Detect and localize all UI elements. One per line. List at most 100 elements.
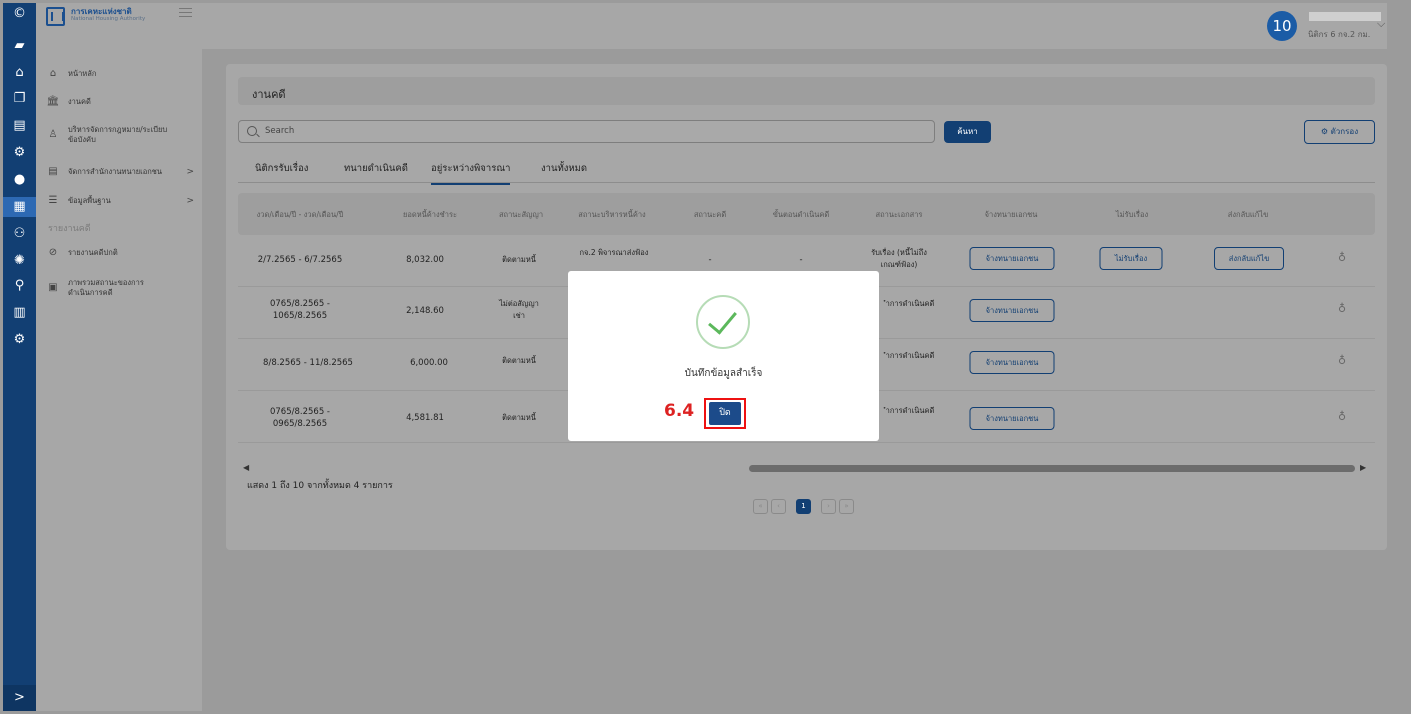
home-icon[interactable]: ⌂: [3, 63, 36, 83]
sidebar-item-home[interactable]: ⌂ หน้าหลัก: [46, 69, 196, 79]
column-header[interactable]: สถานะสัญญา: [499, 209, 543, 221]
sidebar-item-basic-data[interactable]: ☰ ข้อมูลพื้นฐาน >: [46, 195, 196, 207]
money-bag-icon[interactable]: ♁: [1338, 354, 1346, 367]
cell-period: 8/8.2565 - 11/8.2565: [263, 358, 353, 368]
nha-logo[interactable]: การเคหะแห่งชาติ National Housing Authori…: [46, 7, 145, 26]
sidebar-item-label: งานคดี: [68, 97, 91, 106]
sidebar-item-label: ข้อมูลพื้นฐาน: [68, 196, 111, 205]
return-for-edit-button[interactable]: ส่งกลับแก้ไข: [1214, 247, 1284, 270]
column-header[interactable]: ส่งกลับแก้ไข: [1228, 209, 1268, 221]
sidebar-item-private-lawyer-office[interactable]: ▤ จัดการสำนักงานทนายเอกชน >: [46, 166, 196, 178]
cogs-icon[interactable]: ⚙: [3, 330, 36, 350]
scroll-right-arrow-icon[interactable]: ▶: [1360, 463, 1366, 472]
case-tabs: นิติกรรับเรื่อง ทนายดำเนินคดี อยู่ระหว่า…: [238, 154, 1375, 185]
list-icon: ☰: [48, 195, 58, 206]
close-button[interactable]: ปิด: [709, 402, 741, 425]
sidebar-item-normal-report[interactable]: ⊘ รายงานคดีปกติ: [46, 248, 196, 258]
menu-toggle-icon[interactable]: [179, 8, 192, 17]
user-icon[interactable]: ●: [3, 170, 36, 190]
tab-legal-officer-received[interactable]: นิติกรรับเรื่อง: [255, 161, 308, 176]
money-bag-icon[interactable]: ♁: [1338, 302, 1346, 315]
cell-amount: 4,581.81: [406, 413, 444, 423]
user-role: นิติกร 6 กจ.2 กม.: [1308, 30, 1371, 39]
cell-contract-status: ติดตามหนี้: [502, 356, 536, 365]
success-dialog: บันทึกข้อมูลสำเร็จ 6.4 ปิด: [568, 271, 879, 441]
column-header[interactable]: ไม่รับเรื่อง: [1116, 209, 1148, 221]
cell-document-status: ำการดำเนินคดี: [885, 299, 935, 308]
ban-icon: ⊘: [48, 247, 58, 258]
logo-mark-icon: [46, 7, 65, 26]
chevron-right-icon: >: [186, 167, 194, 177]
search-icon[interactable]: ⚲: [3, 276, 36, 296]
column-header[interactable]: ยอดหนี้ค้างชำระ: [403, 209, 457, 221]
pagination-summary: แสดง 1 ถึง 10 จากทั้งหมด 4 รายการ: [247, 481, 393, 491]
hire-private-lawyer-button[interactable]: จ้างทนายเอกชน: [969, 407, 1055, 430]
money-bag-icon[interactable]: ♁: [1338, 410, 1346, 423]
icon-rail: © ▰ ⌂ ❐ ▤ ⚙ ● ▦ ⚇ ✺ ⚲ ▥ ⚙ >: [3, 3, 36, 711]
column-header[interactable]: สถานะคดี: [694, 209, 726, 221]
sidebar: การเคหะแห่งชาติ National Housing Authori…: [36, 3, 202, 711]
hire-private-lawyer-button[interactable]: จ้างทนายเอกชน: [969, 247, 1055, 270]
column-header[interactable]: งวด/เดือน/ปี - งวด/เดือน/ปี: [257, 209, 344, 221]
hire-private-lawyer-button[interactable]: จ้างทนายเอกชน: [969, 299, 1055, 322]
chevron-right-icon: >: [186, 196, 194, 206]
page-number-button[interactable]: 1: [796, 499, 811, 514]
cell-contract-status: ติดตามหนี้: [502, 413, 536, 422]
tab-under-consideration[interactable]: อยู่ระหว่างพิจารณา: [431, 161, 511, 185]
column-header[interactable]: จ้างทนายเอกชน: [985, 209, 1038, 221]
sidebar-item-cases[interactable]: 🏛 งานคดี: [46, 97, 196, 107]
last-page-button[interactable]: »: [839, 499, 854, 514]
gear-icon[interactable]: ⚙: [3, 143, 36, 163]
search-icon: [247, 126, 257, 136]
bar-chart-icon[interactable]: ▥: [3, 303, 36, 323]
top-bar: 10 นิติกร 6 กจ.2 กม. ⌵: [202, 3, 1387, 49]
search-input[interactable]: Search: [238, 120, 935, 143]
cell-debt-status: กจ.2 พิจารณาส่งฟ้อง: [579, 248, 649, 257]
user-name-redacted: [1309, 12, 1381, 21]
success-check-icon: [696, 295, 750, 349]
tab-lawyer-proceeding[interactable]: ทนายดำเนินคดี: [344, 161, 408, 176]
chevron-down-icon[interactable]: ⌵: [1377, 17, 1385, 31]
copy-icon[interactable]: ❐: [3, 89, 36, 109]
sidebar-item-label: จัดการสำนักงานทนายเอกชน: [68, 167, 163, 176]
reject-button[interactable]: ไม่รับเรื่อง: [1099, 247, 1163, 270]
column-header[interactable]: สถานะบริหารหนี้ค้าง: [578, 209, 645, 221]
sidebar-item-case-overview[interactable]: ▣ ภาพรวมสถานะของการ ดำเนินการคดี: [46, 278, 196, 298]
cell-period: 0765/8.2565 - 1065/8.2565: [269, 299, 330, 321]
sidebar-item-label: ภาพรวมสถานะของการ ดำเนินการคดี: [68, 278, 144, 297]
column-header[interactable]: ขั้นตอนดำเนินคดี: [773, 209, 830, 221]
chess-icon: ♙: [48, 129, 58, 140]
horizontal-scrollbar[interactable]: [749, 465, 1355, 472]
graduation-cap-icon[interactable]: ▰: [3, 36, 36, 56]
settings-icon[interactable]: ✺: [3, 251, 36, 271]
step-annotation: 6.4: [664, 401, 695, 421]
dashboard-icon[interactable]: ▦: [3, 197, 36, 217]
sidebar-item-law-management[interactable]: ♙ บริหารจัดการกฎหมาย/ระเบียบ ข้อบังคับ: [46, 125, 196, 145]
expand-rail-button[interactable]: >: [3, 685, 36, 711]
column-header[interactable]: สถานะเอกสาร: [876, 209, 923, 221]
sidebar-item-label: หน้าหลัก: [68, 69, 97, 78]
bank-icon: 🏛: [46, 96, 60, 107]
cell-contract-status: ติดตามหนี้: [502, 255, 536, 264]
scroll-left-arrow-icon[interactable]: ◀: [243, 463, 249, 472]
app-logo-icon[interactable]: ©: [3, 4, 36, 24]
filter-button[interactable]: ⚙ ตัวกรอง: [1304, 120, 1375, 144]
file-icon[interactable]: ▤: [3, 116, 36, 136]
tab-all-work[interactable]: งานทั้งหมด: [541, 161, 587, 176]
prev-page-button[interactable]: ‹: [771, 499, 786, 514]
money-bag-icon[interactable]: ♁: [1338, 251, 1346, 264]
clipboard-icon: ▤: [48, 166, 58, 177]
cell-document-status: ำการดำเนินคดี: [885, 406, 935, 415]
avatar[interactable]: 10: [1267, 11, 1297, 41]
users-icon[interactable]: ⚇: [3, 224, 36, 244]
document-icon: ▣: [48, 282, 58, 293]
sidebar-item-label: รายงานคดีปกติ: [68, 248, 118, 257]
next-page-button[interactable]: ›: [821, 499, 836, 514]
first-page-button[interactable]: «: [753, 499, 768, 514]
cell-case-status: -: [708, 255, 712, 265]
cell-step: -: [799, 255, 803, 265]
cell-period: 0765/8.2565 - 0965/8.2565: [269, 407, 330, 429]
cell-contract-status: ไม่ต่อสัญญาเช่า: [499, 299, 539, 320]
search-button[interactable]: ค้นหา: [944, 121, 991, 143]
hire-private-lawyer-button[interactable]: จ้างทนายเอกชน: [969, 351, 1055, 374]
